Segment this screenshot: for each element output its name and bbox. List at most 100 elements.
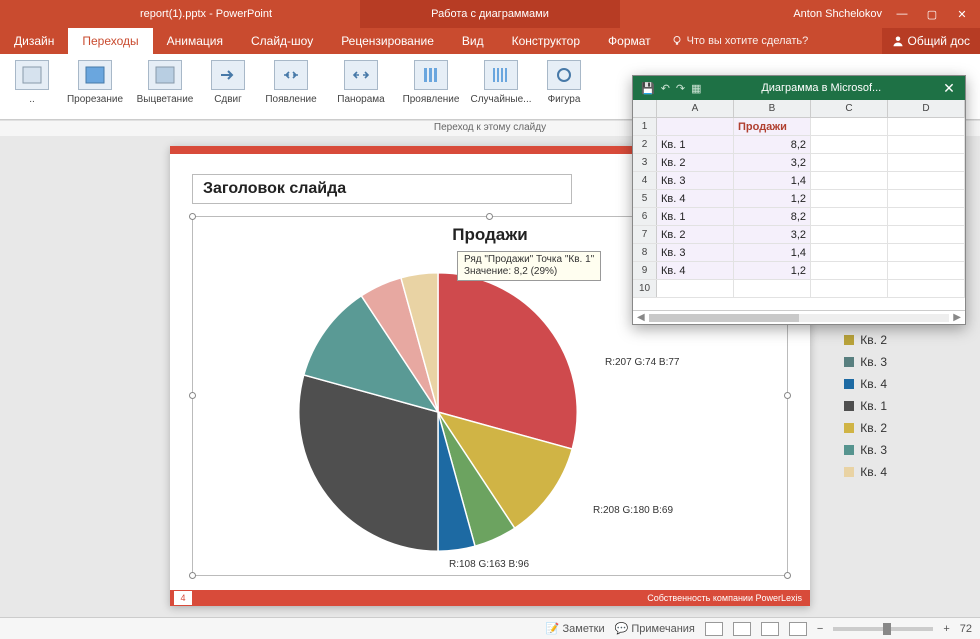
excel-row[interactable]: 7Кв. 23,2 [633,226,965,244]
tab-chart-format[interactable]: Формат [594,28,665,54]
resize-handle[interactable] [784,392,791,399]
excel-cell[interactable]: 1,4 [734,172,811,189]
excel-cell[interactable] [888,172,965,189]
tab-animation[interactable]: Анимация [153,28,237,54]
col-header-a[interactable]: A [657,100,734,117]
tab-design[interactable]: Дизайн [0,28,68,54]
excel-cell[interactable] [888,136,965,153]
excel-cell[interactable]: 1,2 [734,262,811,279]
tab-transitions[interactable]: Переходы [68,28,152,54]
save-icon[interactable]: 💾 [641,82,655,95]
restore-button[interactable]: ▢ [922,7,942,21]
minimize-button[interactable]: — [892,7,912,21]
excel-cell[interactable]: 8,2 [734,208,811,225]
excel-cell[interactable] [734,280,811,297]
excel-cell[interactable] [657,118,734,135]
excel-cell[interactable] [811,118,888,135]
excel-cell[interactable]: Кв. 3 [657,172,734,189]
excel-cell[interactable] [811,172,888,189]
zoom-out-button[interactable]: − [817,623,823,635]
tab-view[interactable]: Вид [448,28,498,54]
resize-handle[interactable] [189,392,196,399]
chart-legend[interactable]: Кв. 1Кв. 2Кв. 3Кв. 4Кв. 1Кв. 2Кв. 3Кв. 4 [844,307,887,483]
resize-handle[interactable] [189,213,196,220]
transition-cut[interactable]: Прорезание [60,56,130,119]
excel-cell[interactable] [888,118,965,135]
zoom-slider[interactable] [833,627,933,631]
excel-cell[interactable] [888,262,965,279]
excel-cell[interactable]: 1,2 [734,190,811,207]
tab-slideshow[interactable]: Слайд-шоу [237,28,327,54]
excel-cell[interactable] [888,154,965,171]
excel-cell[interactable]: Кв. 1 [657,136,734,153]
scrollbar-track[interactable] [649,314,950,322]
excel-cell[interactable] [888,190,965,207]
excel-titlebar[interactable]: 💾 ↶ ↷ ▦ Диаграмма в Microsof... ✕ [633,76,965,100]
col-header-b[interactable]: B [734,100,811,117]
excel-cell[interactable]: Кв. 2 [657,226,734,243]
row-header[interactable]: 2 [633,136,657,153]
excel-cell[interactable]: Кв. 2 [657,154,734,171]
resize-handle[interactable] [486,213,493,220]
resize-handle[interactable] [189,572,196,579]
excel-cell[interactable]: 3,2 [734,154,811,171]
transition-split[interactable]: Панорама [326,56,396,119]
row-header[interactable]: 7 [633,226,657,243]
slideshow-view-button[interactable] [789,622,807,636]
excel-cell[interactable] [657,280,734,297]
excel-row[interactable]: 3Кв. 23,2 [633,154,965,172]
tell-me-search[interactable]: Что вы хотите сделать? [671,28,809,54]
excel-row[interactable]: 4Кв. 31,4 [633,172,965,190]
zoom-thumb[interactable] [883,623,891,635]
transition-wipe[interactable]: Появление [256,56,326,119]
redo-icon[interactable]: ↷ [676,82,685,95]
scroll-left-icon[interactable]: ◀ [637,312,645,323]
excel-cell[interactable]: Кв. 4 [657,262,734,279]
excel-cell[interactable] [888,208,965,225]
legend-item[interactable]: Кв. 1 [844,395,887,417]
user-name[interactable]: Anton Shchelokov [793,8,882,20]
sorter-view-button[interactable] [733,622,751,636]
comments-button[interactable]: 💬 Примечания [615,622,695,635]
excel-cell[interactable] [888,280,965,297]
excel-cell[interactable] [888,244,965,261]
resize-handle[interactable] [784,572,791,579]
row-header[interactable]: 6 [633,208,657,225]
undo-icon[interactable]: ↶ [661,82,670,95]
legend-item[interactable]: Кв. 2 [844,329,887,351]
excel-cell[interactable]: 1,4 [734,244,811,261]
excel-row[interactable]: 10 [633,280,965,298]
excel-cell[interactable] [811,136,888,153]
excel-row[interactable]: 5Кв. 41,2 [633,190,965,208]
excel-close-button[interactable]: ✕ [933,80,965,97]
excel-cell[interactable] [811,262,888,279]
transition-reveal[interactable]: Проявление [396,56,466,119]
excel-cell[interactable] [811,244,888,261]
scroll-right-icon[interactable]: ▶ [953,312,961,323]
legend-item[interactable]: Кв. 3 [844,351,887,373]
transition-fade[interactable]: Выцветание [130,56,200,119]
excel-chart-data-window[interactable]: 💾 ↶ ↷ ▦ Диаграмма в Microsof... ✕ A B C … [632,75,966,325]
row-header[interactable]: 8 [633,244,657,261]
tab-chart-design[interactable]: Конструктор [498,28,594,54]
row-header[interactable]: 10 [633,280,657,297]
legend-item[interactable]: Кв. 4 [844,461,887,483]
chart-tools-context-tab[interactable]: Работа с диаграммами [360,0,620,28]
excel-row[interactable]: 2Кв. 18,2 [633,136,965,154]
row-header[interactable]: 3 [633,154,657,171]
legend-item[interactable]: Кв. 4 [844,373,887,395]
normal-view-button[interactable] [705,622,723,636]
tab-review[interactable]: Рецензирование [327,28,448,54]
excel-grid[interactable]: 1Продажи2Кв. 18,23Кв. 23,24Кв. 31,45Кв. … [633,118,965,310]
excel-cell[interactable]: Кв. 4 [657,190,734,207]
excel-cell[interactable] [811,280,888,297]
slide-title-placeholder[interactable]: Заголовок слайда [192,174,572,204]
col-header-d[interactable]: D [888,100,965,117]
excel-row[interactable]: 8Кв. 31,4 [633,244,965,262]
notes-button[interactable]: 📝 Заметки [546,622,605,635]
zoom-in-button[interactable]: + [943,623,949,635]
transition-shape[interactable]: Фигура [536,56,592,119]
row-header[interactable]: 1 [633,118,657,135]
select-all-corner[interactable] [633,100,657,117]
close-button[interactable]: ✕ [952,7,972,21]
